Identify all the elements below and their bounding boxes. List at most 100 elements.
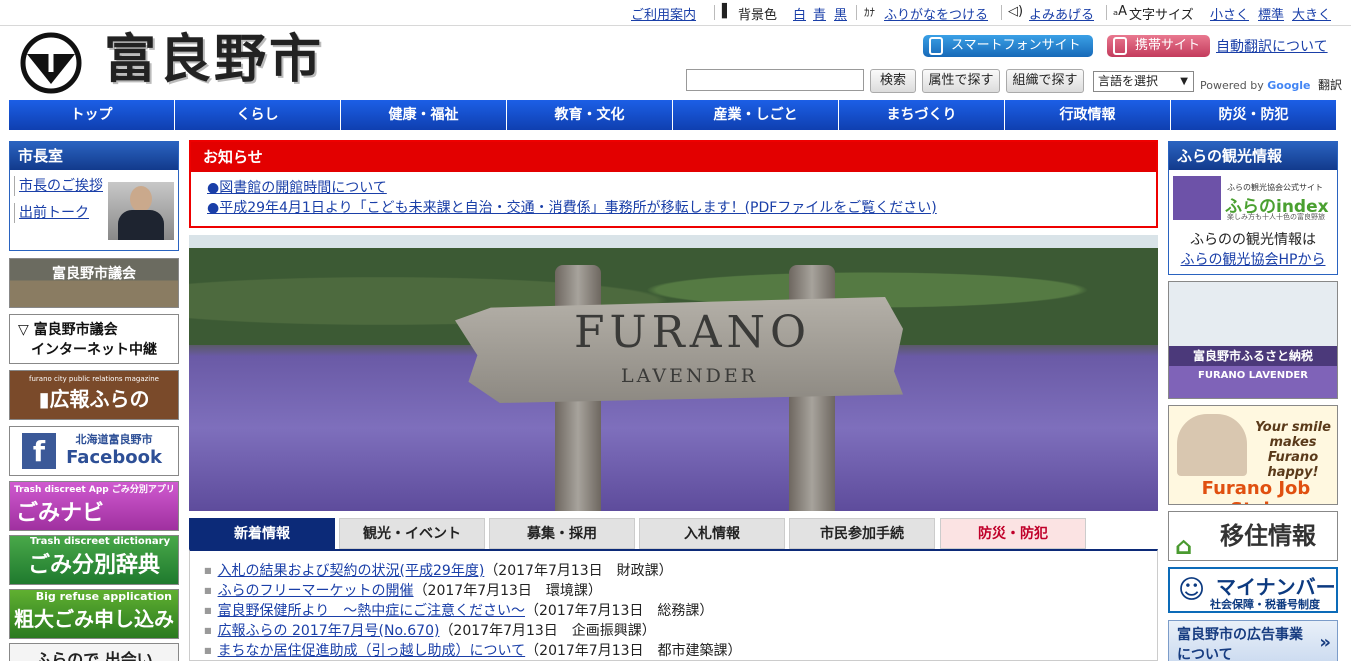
hero-image: FURANO LAVENDER: [189, 235, 1158, 511]
news-link[interactable]: まちなか居住促進助成（引っ越し助成）について: [218, 643, 526, 659]
bg-white-link[interactable]: 白: [793, 4, 806, 23]
migration-info-banner[interactable]: ⌂ 移住情報: [1168, 511, 1338, 561]
site-title[interactable]: 富良野市: [104, 30, 324, 90]
job-slogan: Your smile makes Furano happy!: [1255, 420, 1331, 480]
nav-industry-work[interactable]: 産業・しごと: [673, 100, 839, 130]
news-meta: （2017年7月13日 企画振興課）: [439, 623, 656, 639]
tab-tourism-events[interactable]: 観光・イベント: [339, 518, 485, 549]
nav-living[interactable]: くらし: [175, 100, 341, 130]
furano-job-style-banner[interactable]: Your smile makes Furano happy! Furano Jo…: [1168, 405, 1338, 505]
my-number-banner[interactable]: ☺ マイナンバー 社会保障・税番号制度: [1168, 567, 1338, 613]
nav-top[interactable]: トップ: [9, 100, 175, 130]
global-nav: トップ くらし 健康・福祉 教育・文化 産業・しごと まちづくり 行政情報 防災…: [9, 100, 1336, 130]
demae-talk-link[interactable]: 出前トーク: [19, 205, 89, 221]
bg-color-label: 背景色: [738, 8, 778, 23]
search-by-attribute-button[interactable]: 属性で探す: [922, 69, 1000, 93]
news-meta: （2017年7月13日 総務課）: [525, 603, 714, 619]
furano-index-logo[interactable]: ふらの観光協会公式サイト ふらのindex 楽しみ方も十人十色の富良野旅: [1173, 176, 1333, 221]
deai-banner[interactable]: ふらので 出会い: [9, 643, 179, 661]
news-link[interactable]: 富良野保健所より ～熱中症にご注意ください～: [218, 603, 525, 619]
gomi-navi-banner[interactable]: Trash discreet App ごみ分別アプリ ごみナビ: [9, 481, 179, 531]
koho-furano-banner[interactable]: furano city public relations magazine ▮広…: [9, 370, 179, 420]
sodai-label: 粗大ごみ申し込み: [14, 607, 174, 631]
gojiten-label: ごみ分別辞典: [27, 553, 160, 578]
utility-bar: ご利用案内 ▌ 背景色 白 青 黒 ｶﾅ ふりがなをつける ◁) よみあげる ₐ…: [0, 0, 1351, 26]
internet-line2: インターネット中継: [31, 342, 157, 358]
notice-item[interactable]: ●図書館の開館時間について: [207, 180, 387, 196]
tourism-info-line1: ふらのの観光情報は: [1190, 232, 1316, 248]
nav-town-planning[interactable]: まちづくり: [839, 100, 1005, 130]
facebook-banner[interactable]: f 北海道富良野市 Facebook: [9, 426, 179, 476]
auto-translate-link[interactable]: 自動翻訳について: [1216, 36, 1328, 56]
font-large-link[interactable]: 大きく: [1292, 4, 1331, 23]
nav-education-culture[interactable]: 教育・文化: [507, 100, 673, 130]
tab-recruitment[interactable]: 募集・採用: [489, 518, 635, 549]
tab-citizen-participation[interactable]: 市民参加手続: [789, 518, 935, 549]
mayor-greeting-link[interactable]: 市長のご挨拶: [19, 178, 103, 194]
mayor-office-box: 市長室 市長のご挨拶 出前トーク: [9, 141, 179, 251]
city-council-banner[interactable]: 富良野市議会: [9, 258, 179, 308]
gomi-dictionary-banner[interactable]: Trash discreet dictionary ごみ分別辞典: [9, 535, 179, 585]
news-item: 広報ふらの 2017年7月号(No.670)（2017年7月13日 企画振興課）: [204, 621, 1157, 641]
powered-by-text: Powered by: [1200, 79, 1264, 92]
smartphone-icon: [929, 37, 943, 55]
mayor-office-heading[interactable]: 市長室: [10, 142, 178, 170]
search-input[interactable]: [686, 69, 864, 91]
mobile-site-button[interactable]: 携帯サイト: [1107, 35, 1210, 57]
guide-link[interactable]: ご利用案内: [631, 4, 696, 23]
translate-link[interactable]: 翻訳: [1318, 78, 1342, 92]
news-link[interactable]: ふらのフリーマーケットの開催: [218, 583, 414, 599]
notice-item[interactable]: ●平成29年4月1日より「こども未来課と自治・交通・消費係」事務所が移転します！…: [207, 200, 937, 216]
tab-disaster-crime[interactable]: 防災・防犯: [940, 518, 1086, 549]
job-style-label: Furano Job Style: [1201, 478, 1311, 504]
city-emblem-icon[interactable]: [18, 32, 84, 94]
font-normal-link[interactable]: 標準: [1258, 4, 1284, 23]
tourism-info-text: ふらのの観光情報は ふらの観光協会HPから: [1169, 230, 1337, 270]
bg-color-icon: ▌: [722, 4, 732, 19]
news-item: ふらのフリーマーケットの開催（2017年7月13日 環境課）: [204, 581, 1157, 601]
nav-disaster-prevention[interactable]: 防災・防犯: [1171, 100, 1336, 130]
person-photo: [1177, 414, 1247, 476]
news-item: まちなか居住促進助成（引っ越し助成）について（2017年7月13日 都市建築課）: [204, 641, 1157, 661]
notice-box: お知らせ ●図書館の開館時間について ●平成29年4月1日より「こども未来課と自…: [189, 140, 1158, 228]
font-size-label: 文字サイズ: [1129, 8, 1194, 23]
read-aloud-link[interactable]: よみあげる: [1029, 4, 1094, 23]
bulky-trash-banner[interactable]: Big refuse application 粗大ごみ申し込み: [9, 589, 179, 639]
gominavi-sub: Trash discreet App ごみ分別アプリ: [14, 485, 175, 495]
bg-blue-link[interactable]: 青: [813, 4, 826, 23]
sign-word-furano: FURANO: [574, 307, 812, 358]
nav-administration[interactable]: 行政情報: [1005, 100, 1171, 130]
furigana-link[interactable]: ふりがなをつける: [884, 4, 988, 23]
mayor-links: 市長のご挨拶 出前トーク: [14, 176, 104, 230]
tab-new-info[interactable]: 新着情報: [189, 518, 335, 549]
tab-bidding[interactable]: 入札情報: [639, 518, 785, 549]
my-number-sub: 社会保障・税番号制度: [1210, 598, 1320, 611]
news-link[interactable]: 広報ふらの 2017年7月号(No.670): [218, 623, 440, 639]
koho-label: 広報ふらの: [49, 387, 150, 411]
sodai-sub: Big refuse application: [35, 590, 172, 603]
nav-health-welfare[interactable]: 健康・福祉: [341, 100, 507, 130]
book-icon: ▮広報ふらの: [38, 387, 150, 411]
mobile-phone-icon: [1113, 37, 1127, 55]
advertising-business-banner[interactable]: 富良野市の広告事業について »: [1168, 620, 1338, 661]
furusato-label: 富良野市ふるさと納税: [1169, 346, 1337, 366]
search-button[interactable]: 検索: [870, 69, 916, 93]
news-item: 富良野保健所より ～熱中症にご注意ください～（2017年7月13日 総務課）: [204, 601, 1157, 621]
font-small-link[interactable]: 小さく: [1210, 4, 1249, 23]
news-tabs: 新着情報 観光・イベント 募集・採用 入札情報 市民参加手続 防災・防犯: [189, 518, 1158, 549]
council-internet-banner[interactable]: ▽ 富良野市議会 インターネット中継: [9, 314, 179, 364]
language-select[interactable]: 言語を選択 ▼: [1093, 71, 1194, 92]
google-logo: Google: [1267, 79, 1311, 92]
google-translate-credit: Powered by Google 翻訳: [1200, 76, 1342, 93]
smartphone-site-label: スマートフォンサイト: [951, 38, 1081, 53]
furusato-tax-banner[interactable]: 富良野市ふるさと納税 FURANO LAVENDER: [1168, 281, 1338, 399]
search-by-org-button[interactable]: 組織で探す: [1006, 69, 1084, 93]
chevron-right-icon: »: [1319, 632, 1331, 653]
smartphone-site-button[interactable]: スマートフォンサイト: [923, 35, 1093, 57]
bg-black-link[interactable]: 黒: [834, 4, 847, 23]
tourism-association-link[interactable]: ふらの観光協会HPから: [1181, 252, 1326, 268]
furigana-icon: ｶﾅ: [864, 6, 875, 19]
news-link[interactable]: 入札の結果および契約の状況(平成29年度): [218, 563, 485, 579]
language-select-value: 言語を選択: [1098, 74, 1159, 88]
facebook-icon: f: [22, 433, 56, 469]
